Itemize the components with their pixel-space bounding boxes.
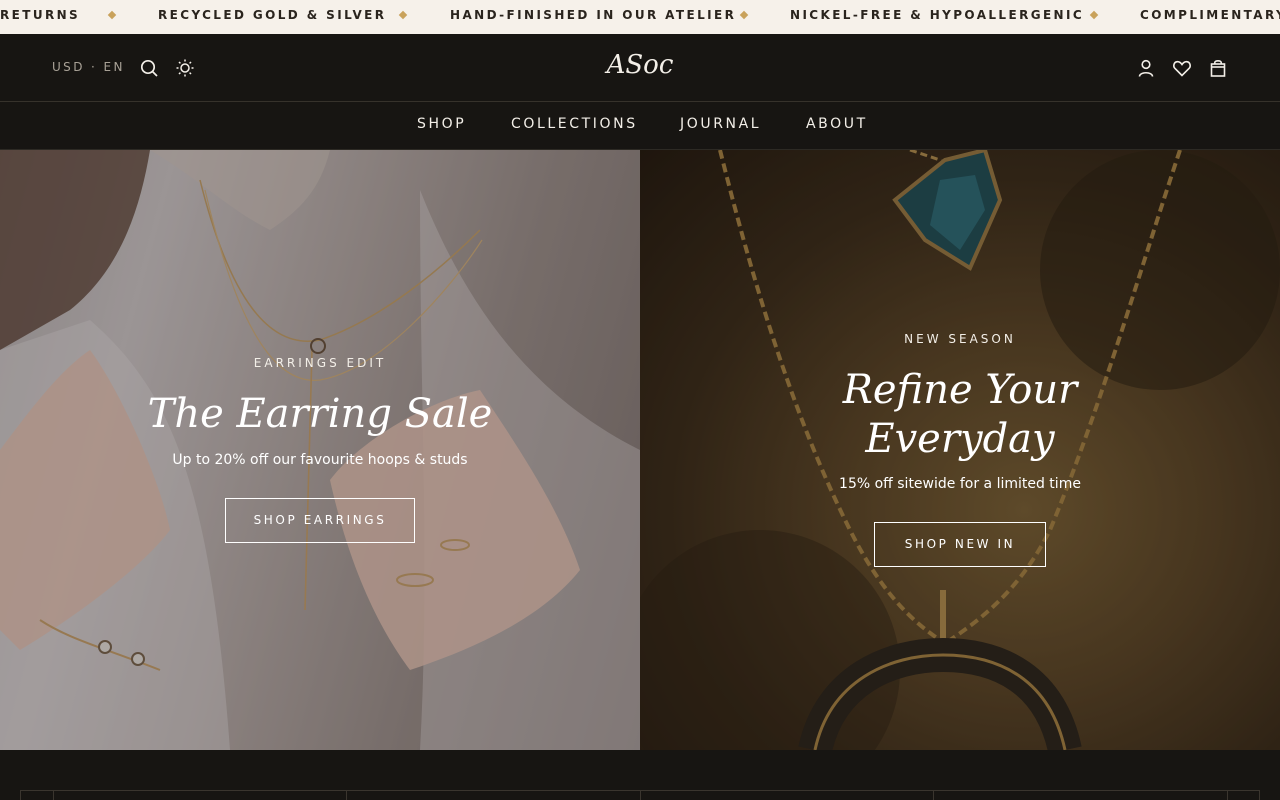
nav-item-shop[interactable]: SHOP xyxy=(417,116,466,132)
locale-selector[interactable]: USD · EN xyxy=(52,60,125,74)
announcement-bar: RETURNS RECYCLED GOLD & SILVER HAND-FINI… xyxy=(0,0,1280,34)
divider xyxy=(1227,790,1260,800)
diamond-separator-icon xyxy=(739,10,749,20)
divider xyxy=(640,790,933,800)
hero-right-title-line2: Everyday xyxy=(865,416,1055,462)
search-icon[interactable] xyxy=(139,58,159,78)
nav-item-about[interactable]: ABOUT xyxy=(806,116,868,132)
main-nav: SHOP COLLECTIONS JOURNAL ABOUT xyxy=(0,102,1280,150)
site-logo[interactable]: ASoc xyxy=(560,50,720,80)
diamond-separator-icon xyxy=(107,10,117,20)
hero-left-subtitle: Up to 20% off our favourite hoops & stud… xyxy=(172,452,468,468)
image-overlay xyxy=(0,150,640,750)
divider xyxy=(933,790,1227,800)
hero-left-eyebrow: EARRINGS EDIT xyxy=(253,356,387,370)
nav-item-collections[interactable]: COLLECTIONS xyxy=(511,116,638,132)
hero-right-subtitle: 15% off sitewide for a limited time xyxy=(839,476,1081,492)
divider xyxy=(346,790,640,800)
hero-panel-earrings[interactable]: EARRINGS EDIT The Earring Sale Up to 20%… xyxy=(0,150,640,750)
hero-right-title-line1: Refine Your xyxy=(842,367,1078,413)
heart-icon[interactable] xyxy=(1172,58,1192,78)
hero-left-title: The Earring Sale xyxy=(147,391,493,437)
announcement-item: HAND-FINISHED IN OUR ATELIER xyxy=(450,8,737,22)
sun-icon[interactable] xyxy=(175,58,195,78)
hero-panel-new-season[interactable]: NEW SEASON Refine Your Everyday 15% off … xyxy=(640,150,1280,750)
account-icon[interactable] xyxy=(1136,58,1156,78)
announcement-item: RETURNS xyxy=(0,8,81,22)
announcement-item: COMPLIMENTARY xyxy=(1140,8,1280,22)
site-header: USD · EN ASoc xyxy=(0,34,1280,102)
announcement-item: NICKEL-FREE & HYPOALLERGENIC xyxy=(790,8,1085,22)
diamond-separator-icon xyxy=(398,10,408,20)
shop-earrings-button[interactable]: SHOP EARRINGS xyxy=(225,498,415,543)
hero-right-eyebrow: NEW SEASON xyxy=(904,332,1016,346)
divider xyxy=(20,790,53,800)
bag-icon[interactable] xyxy=(1208,58,1228,78)
shop-new-in-button[interactable]: SHOP NEW IN xyxy=(874,522,1046,567)
diamond-separator-icon xyxy=(1089,10,1099,20)
divider xyxy=(53,790,346,800)
nav-item-journal[interactable]: JOURNAL xyxy=(680,116,761,132)
next-section xyxy=(0,750,1280,800)
announcement-item: RECYCLED GOLD & SILVER xyxy=(158,8,387,22)
